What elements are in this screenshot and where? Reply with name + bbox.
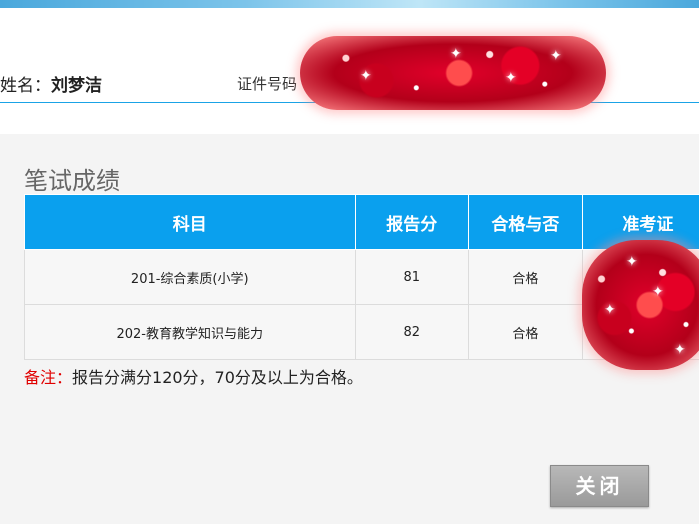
name-value: 刘梦洁 — [51, 76, 102, 96]
close-button[interactable]: 关闭 — [550, 465, 649, 507]
name-label: 姓名： — [0, 76, 51, 96]
redaction-blob-ticket: ✦ ✦ ✦ ✦ — [582, 240, 699, 370]
cell-pass: 合格 — [468, 249, 583, 305]
id-number-label: 证件号码 — [237, 75, 298, 93]
col-subject: 科目 — [24, 194, 356, 250]
cell-pass: 合格 — [468, 304, 583, 360]
table-header-row: 科目 报告分 合格与否 准考证 — [24, 194, 699, 250]
cell-subject: 202-教育教学知识与能力 — [24, 304, 356, 360]
note-label: 备注： — [24, 368, 73, 387]
note-text: 报告分满分120分，70分及以上为合格。 — [72, 368, 363, 387]
cell-score: 82 — [354, 304, 470, 360]
col-pass: 合格与否 — [468, 194, 583, 250]
cell-subject: 201-综合素质(小学) — [24, 249, 356, 305]
top-banner-strip — [0, 0, 699, 8]
redaction-blob-id: ✦ ✦ ✦ ✦ — [300, 36, 606, 110]
cell-score: 81 — [354, 249, 470, 305]
col-score: 报告分 — [354, 194, 470, 250]
candidate-name: 姓名：刘梦洁 — [0, 71, 102, 96]
section-title: 笔试成绩 — [24, 167, 120, 195]
note: 备注：报告分满分120分，70分及以上为合格。 — [24, 364, 363, 388]
